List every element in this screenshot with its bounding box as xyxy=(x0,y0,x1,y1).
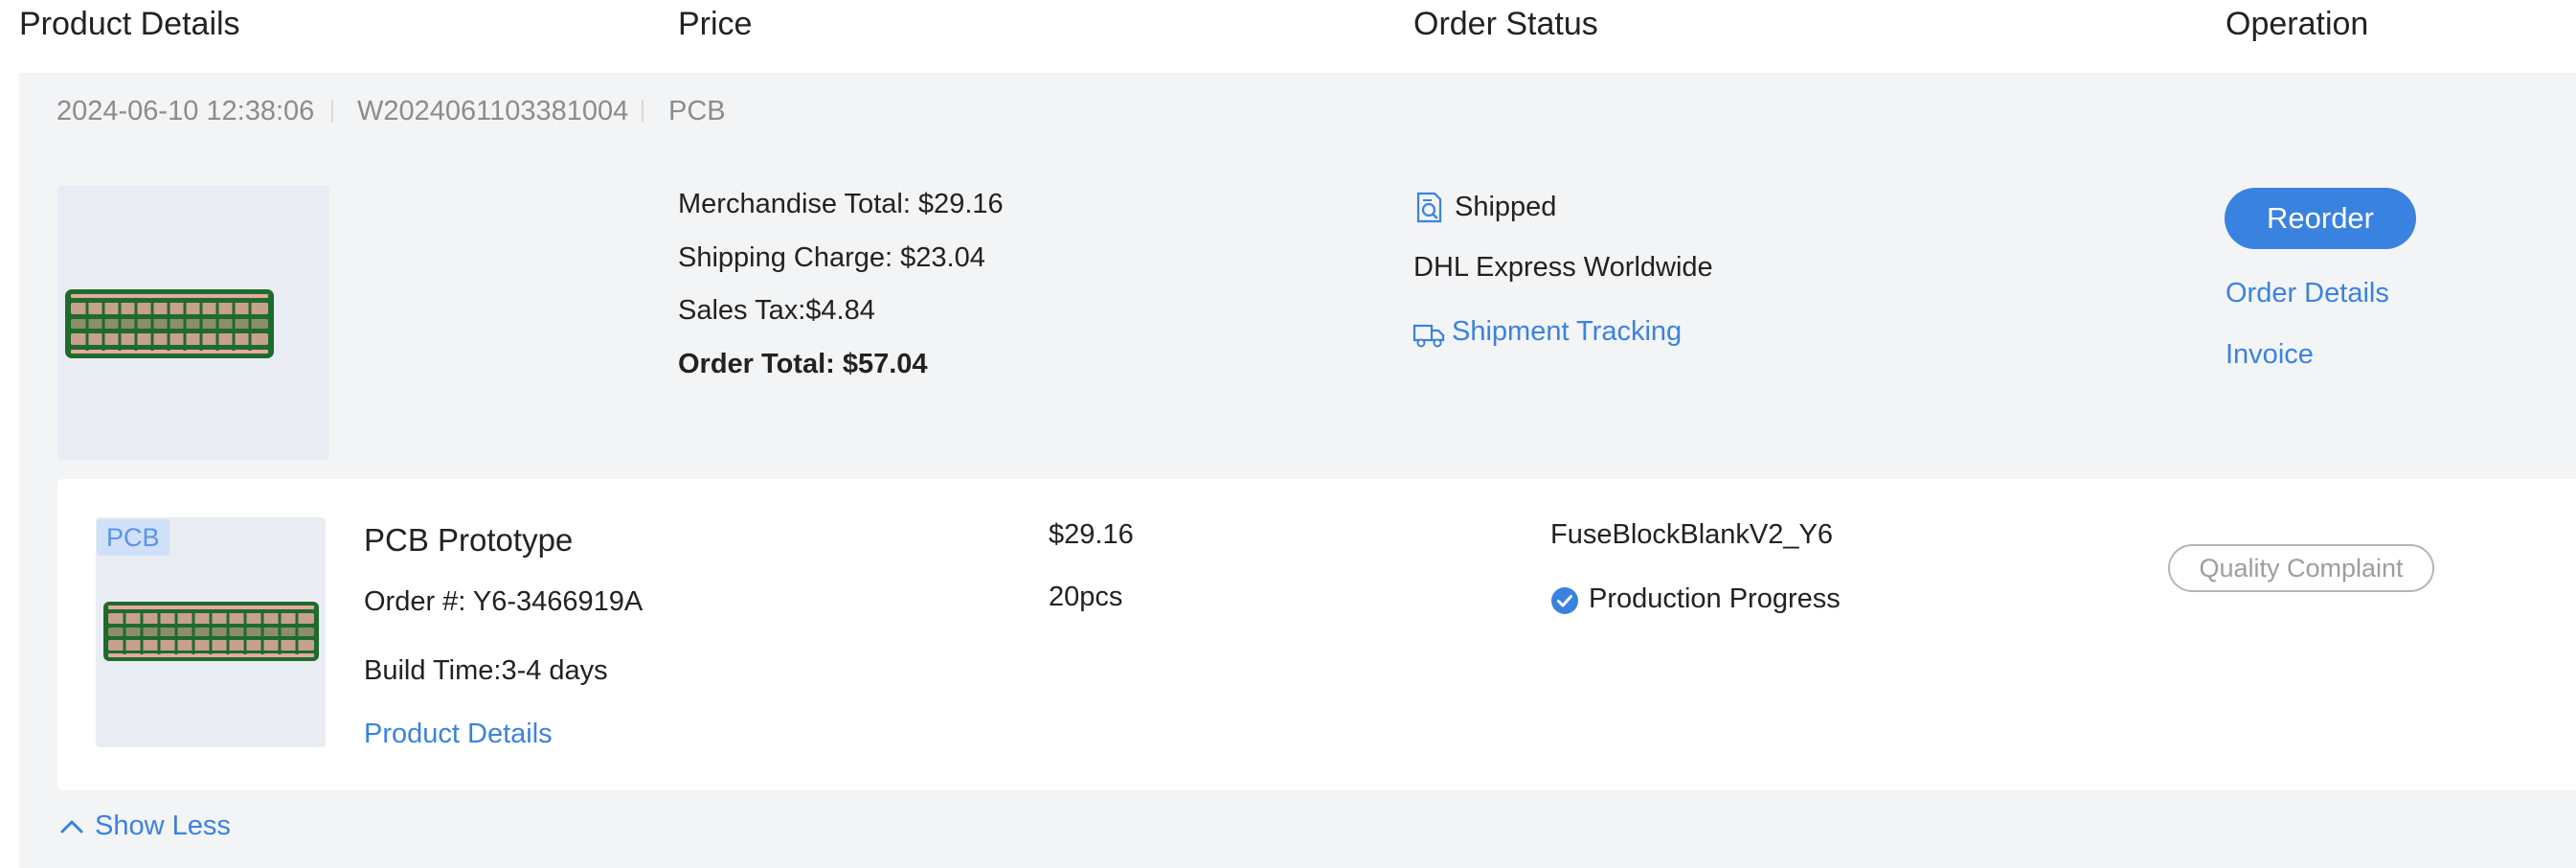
order-thumbnail xyxy=(57,186,329,460)
item-order-number: Order #: Y6-3466919A xyxy=(364,586,644,617)
quality-complaint-button[interactable]: Quality Complaint xyxy=(2168,544,2434,592)
meta-divider xyxy=(331,100,333,123)
col-header-operation: Operation xyxy=(2226,6,2369,42)
shipped-status: Shipped xyxy=(1455,192,1557,222)
col-header-product-details: Product Details xyxy=(19,6,240,42)
merchandise-total: Merchandise Total: $29.16 xyxy=(678,189,1004,219)
show-less-link[interactable]: Show Less xyxy=(95,811,231,842)
shipped-status-icon xyxy=(1413,192,1444,224)
invoice-link[interactable]: Invoice xyxy=(2226,339,2314,371)
production-progress-link[interactable]: Production Progress xyxy=(1589,583,1841,615)
category-badge: PCB xyxy=(97,519,169,556)
file-name: FuseBlockBlankV2_Y6 xyxy=(1550,519,1833,550)
order-details-link[interactable]: Order Details xyxy=(2226,278,2389,309)
chevron-up-icon[interactable] xyxy=(59,817,84,834)
order-number: W2024061103381004 xyxy=(357,96,629,126)
order-category: PCB xyxy=(668,96,726,126)
item-price: $29.16 xyxy=(1049,519,1134,550)
col-header-price: Price xyxy=(678,6,753,42)
carrier-name: DHL Express Worldwide xyxy=(1413,252,1713,283)
shipment-tracking-link[interactable]: Shipment Tracking xyxy=(1452,316,1682,348)
sales-tax: Sales Tax:$4.84 xyxy=(678,295,875,326)
product-name: PCB Prototype xyxy=(364,522,574,558)
order-total: Order Total: $57.04 xyxy=(678,349,928,379)
meta-divider xyxy=(642,100,644,123)
reorder-button[interactable]: Reorder xyxy=(2225,188,2416,249)
order-datetime: 2024-06-10 12:38:06 xyxy=(56,96,315,126)
item-quantity: 20pcs xyxy=(1049,582,1123,612)
truck-icon xyxy=(1412,321,1445,350)
shipping-charge: Shipping Charge: $23.04 xyxy=(678,242,985,273)
build-time: Build Time:3-4 days xyxy=(364,655,608,686)
check-circle-icon xyxy=(1550,586,1579,615)
product-details-link[interactable]: Product Details xyxy=(364,719,553,750)
pcb-panel-image xyxy=(65,289,274,358)
col-header-order-status: Order Status xyxy=(1413,6,1598,42)
